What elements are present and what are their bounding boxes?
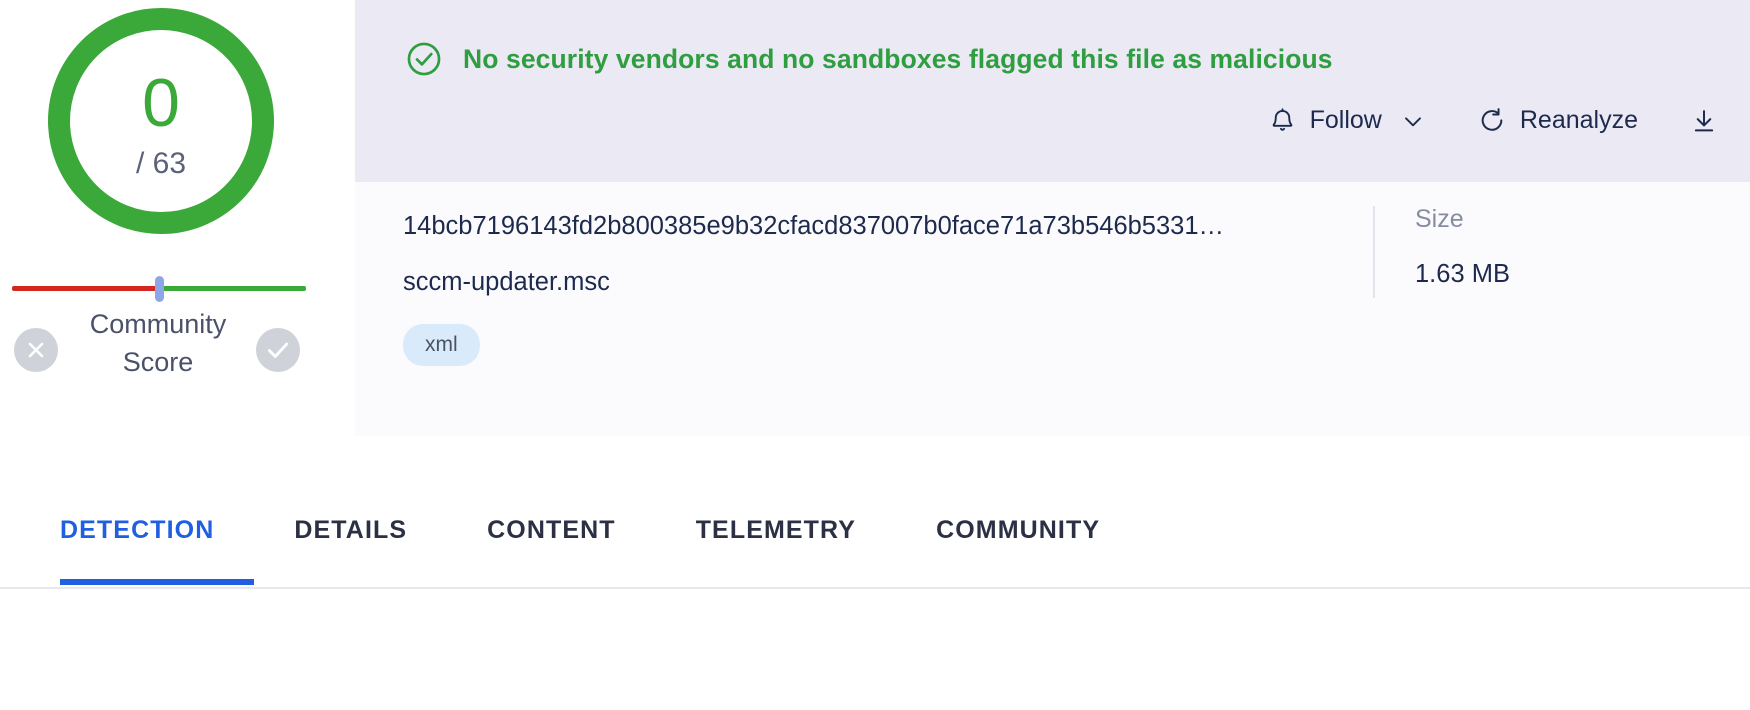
tab-telemetry-label: TELEMETRY [695, 516, 857, 544]
tab-detection[interactable]: DETECTION [60, 498, 255, 585]
reanalyze-button-label: Reanalyze [1519, 106, 1638, 134]
refresh-icon [1478, 107, 1506, 135]
detection-count: 0 [142, 65, 180, 141]
file-size-label: Size [1415, 205, 1464, 233]
follow-button-label: Follow [1309, 106, 1382, 134]
verdict-message: No security vendors and no sandboxes fla… [463, 43, 1333, 74]
community-score-label: Community Score [68, 305, 248, 381]
file-summary-panel: No security vendors and no sandboxes fla… [355, 0, 1750, 470]
file-name: sccm-updater.msc [403, 268, 610, 297]
tab-community[interactable]: COMMUNITY [896, 498, 1140, 585]
file-hash[interactable]: 14bcb7196143fd2b800385e9b32cfacd837007b0… [403, 212, 1393, 240]
file-report-page: 0 / 63 Community Score No security vendo… [0, 0, 1750, 710]
slider-positive-track [160, 286, 306, 291]
chevron-down-icon [1400, 108, 1426, 134]
slider-handle[interactable] [155, 276, 164, 302]
bell-icon [1269, 107, 1296, 134]
community-score-slider[interactable] [12, 276, 306, 302]
file-info-card: 14bcb7196143fd2b800385e9b32cfacd837007b0… [355, 182, 1750, 436]
slider-negative-track [12, 286, 158, 291]
vote-malicious-button[interactable] [14, 328, 58, 372]
tab-details[interactable]: DETAILS [254, 498, 447, 585]
file-type-tag[interactable]: xml [403, 324, 480, 367]
tabbar-rule [0, 587, 1750, 589]
detection-score-panel: 0 / 63 Community Score [0, 0, 330, 470]
detection-score-donut: 0 / 63 [48, 8, 274, 234]
community-score-label-line1: Community [89, 309, 227, 339]
tab-detection-label: DETECTION [60, 516, 215, 544]
tab-content-label: CONTENT [487, 516, 616, 544]
tab-list: DETECTION DETAILS CONTENT TELEMETRY COMM… [60, 498, 1140, 585]
verdict-row: No security vendors and no sandboxes fla… [405, 40, 1333, 78]
tab-active-underline [60, 579, 255, 585]
vote-harmless-button[interactable] [256, 328, 300, 372]
tab-details-label: DETAILS [294, 516, 408, 544]
donut-inner: 0 / 63 [48, 8, 274, 234]
check-circle-icon [265, 337, 291, 363]
card-divider [1373, 206, 1375, 298]
reanalyze-button[interactable]: Reanalyze [1452, 100, 1664, 141]
download-button[interactable] [1664, 101, 1750, 141]
check-circle-outline-icon [405, 40, 443, 78]
x-circle-icon [24, 338, 48, 362]
file-identity: 14bcb7196143fd2b800385e9b32cfacd837007b0… [403, 212, 1393, 367]
file-size-value: 1.63 MB [1415, 259, 1510, 288]
community-score-label-line2: Score [122, 347, 194, 377]
tab-community-label: COMMUNITY [936, 516, 1101, 544]
report-tabs: DETECTION DETAILS CONTENT TELEMETRY COMM… [0, 498, 1750, 594]
detection-total: / 63 [135, 147, 187, 180]
tab-content[interactable]: CONTENT [447, 498, 656, 585]
file-actions: Follow Reanalyze [1243, 100, 1750, 141]
follow-button[interactable]: Follow [1243, 100, 1452, 141]
download-icon [1690, 107, 1718, 135]
file-size-block: Size 1.63 MB [1415, 205, 1510, 288]
tab-telemetry[interactable]: TELEMETRY [656, 498, 896, 585]
verdict-banner: No security vendors and no sandboxes fla… [355, 0, 1750, 182]
